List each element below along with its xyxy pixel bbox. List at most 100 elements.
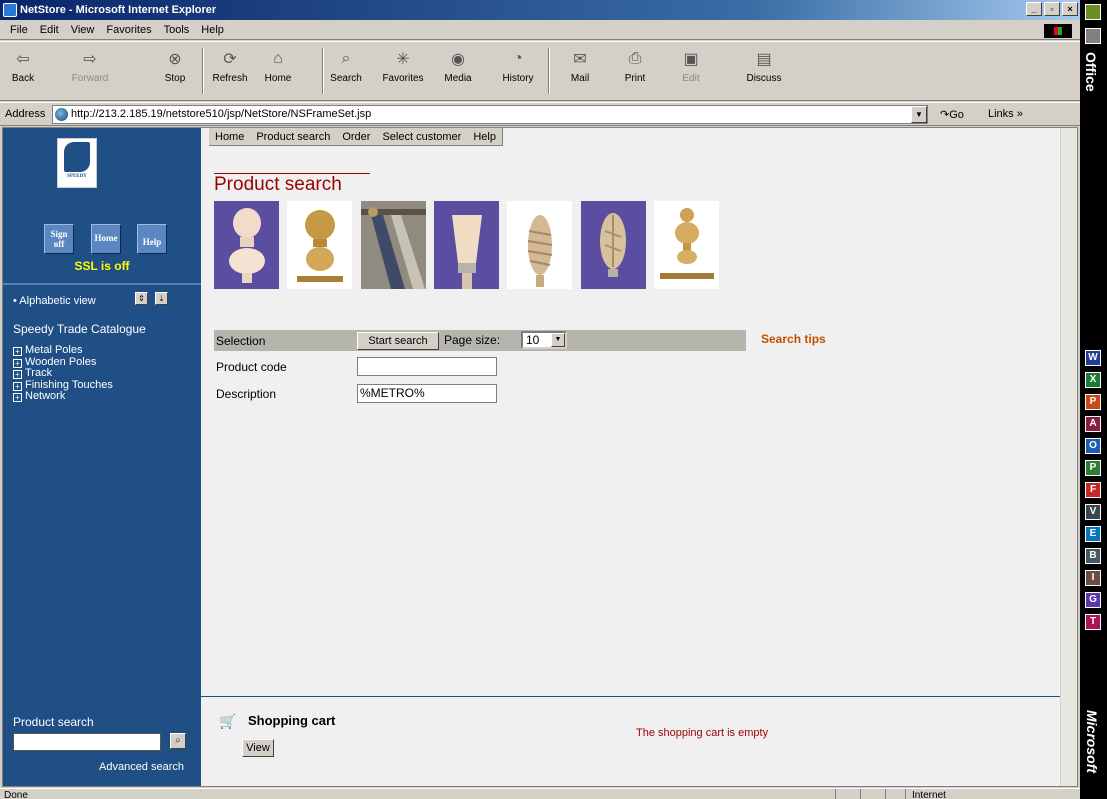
ie-app-icon (3, 3, 17, 17)
product-image-leaf-finial (581, 201, 646, 289)
minimize-button[interactable]: _ (1026, 2, 1042, 16)
frontpage-icon[interactable]: F (1085, 482, 1101, 498)
advanced-search-link[interactable]: Advanced search (99, 761, 184, 773)
word-icon[interactable]: W (1085, 350, 1101, 366)
expand-plus-icon[interactable]: + (13, 347, 22, 356)
address-label: Address (5, 108, 46, 120)
refresh-icon: ⟳ (223, 51, 237, 68)
search-icon: ⌕ (341, 50, 351, 67)
security-zone: Internet (912, 790, 946, 799)
topnav-order[interactable]: Order (336, 131, 376, 143)
menu-view[interactable]: View (65, 24, 101, 36)
page-size-select[interactable]: 10 ▼ (521, 331, 567, 349)
menu-tools[interactable]: Tools (158, 24, 196, 36)
forward-button[interactable]: ⇨ Forward (68, 44, 112, 84)
menu-bar: File Edit View Favorites Tools Help (0, 20, 1080, 40)
tree-item-network[interactable]: + Network (13, 390, 113, 403)
address-input[interactable]: http://213.2.185.19/netstore510/jsp/NetS… (52, 105, 928, 124)
collapse-all-icon[interactable]: ⤓ (155, 292, 168, 305)
nav-home-button[interactable]: Home (91, 224, 121, 254)
toolbar: ⇦ Back ⇨ Forward ⊗ Stop ⟳ Refresh ⌂ Home… (0, 41, 1080, 101)
menu-file[interactable]: File (4, 24, 34, 36)
expand-plus-icon[interactable]: + (13, 381, 22, 391)
outlook-icon[interactable]: O (1085, 438, 1101, 454)
status-bar: Done Internet (0, 788, 1080, 799)
toolbar-separator (322, 48, 324, 94)
menu-edit[interactable]: Edit (34, 24, 65, 36)
forward-arrow-icon: ⇨ (83, 51, 97, 68)
topnav-product-search[interactable]: Product search (250, 131, 336, 143)
toolbar-separator (548, 48, 550, 94)
expand-all-icon[interactable]: ⇕ (135, 292, 148, 305)
search-tips-link[interactable]: Search tips (761, 332, 826, 346)
home-icon: ⌂ (273, 50, 283, 67)
start-search-button[interactable]: Start search (357, 332, 439, 350)
visio-icon[interactable]: V (1085, 504, 1101, 520)
shopping-cart-icon: 🛒 (219, 713, 237, 729)
microsoft-label: Microsoft (1084, 710, 1100, 773)
page-title: Product search (214, 174, 342, 195)
topnav-select-customer[interactable]: Select customer (376, 131, 467, 143)
edit-button[interactable]: ▣ Edit (676, 44, 706, 84)
product-image-wooden-ball (287, 201, 352, 289)
binder-icon[interactable]: B (1085, 548, 1101, 564)
photo-icon[interactable]: I (1085, 570, 1101, 586)
sign-off-button[interactable]: Sign off (44, 224, 74, 254)
access-icon[interactable]: A (1085, 416, 1101, 432)
mail-button[interactable]: ✉ Mail (563, 44, 597, 84)
alphabetic-view-link[interactable]: • Alphabetic view (13, 295, 96, 307)
back-arrow-icon: ⇦ (16, 51, 30, 68)
expand-plus-icon[interactable]: + (13, 370, 22, 379)
view-cart-button[interactable]: View (242, 739, 274, 757)
favorites-button[interactable]: ✳ Favorites (374, 44, 432, 84)
close-button[interactable]: × (1062, 2, 1078, 16)
go-button[interactable]: ↷Go (940, 108, 964, 121)
discuss-button[interactable]: ▤ Discuss (742, 44, 786, 84)
product-code-input[interactable] (357, 357, 497, 376)
search-button[interactable]: ⌕ Search (326, 44, 366, 84)
quick-search-button[interactable]: ⌕ (170, 733, 186, 749)
chevron-down-icon[interactable]: ▼ (551, 333, 565, 347)
history-button[interactable]: ◔ History (495, 44, 541, 84)
office-menu-icon[interactable] (1085, 4, 1101, 20)
tools-icon[interactable]: T (1085, 614, 1101, 630)
left-navigation: SPEEDY Sign off Home Help SSL is off • A… (3, 128, 201, 786)
go-arrow-icon: ↷ (940, 109, 950, 121)
product-image-finial-ball (214, 201, 279, 289)
topnav-help[interactable]: Help (467, 131, 502, 143)
nav-help-button[interactable]: Help (137, 224, 167, 254)
menu-favorites[interactable]: Favorites (100, 24, 157, 36)
history-icon: ◔ (513, 50, 523, 67)
links-button[interactable]: Links » (988, 108, 1023, 120)
nav-divider (3, 283, 201, 285)
media-button[interactable]: ◉ Media (440, 44, 476, 84)
expand-plus-icon[interactable]: + (13, 393, 22, 402)
topnav-home[interactable]: Home (209, 131, 250, 143)
home-button[interactable]: ⌂ Home (258, 44, 298, 84)
refresh-button[interactable]: ⟳ Refresh (208, 44, 252, 84)
speedy-logo: SPEEDY (57, 138, 97, 188)
explorer-icon[interactable]: E (1085, 526, 1101, 542)
publisher-icon[interactable]: P (1085, 460, 1101, 476)
expand-plus-icon[interactable]: + (13, 358, 22, 368)
windows-logo-icon (1044, 24, 1072, 38)
address-dropdown-button[interactable]: ▼ (911, 106, 927, 123)
excel-icon[interactable]: X (1085, 372, 1101, 388)
title-bar: NetStore - Microsoft Internet Explorer _… (0, 0, 1080, 20)
menu-help[interactable]: Help (195, 24, 230, 36)
magnifier-icon: ⌕ (175, 735, 181, 746)
description-input[interactable]: %METRO% (357, 384, 497, 403)
vertical-scrollbar[interactable] (1060, 128, 1077, 786)
quick-search-input[interactable] (13, 733, 161, 751)
powerpoint-icon[interactable]: P (1085, 394, 1101, 410)
window-title: NetStore - Microsoft Internet Explorer (20, 4, 217, 16)
stop-button[interactable]: ⊗ Stop (158, 44, 192, 84)
product-image-curtain (361, 201, 426, 289)
back-button[interactable]: ⇦ Back (6, 44, 40, 84)
office-tools-icon[interactable] (1085, 28, 1101, 44)
description-label: Description (216, 387, 277, 401)
restore-button[interactable]: ▫ (1044, 2, 1060, 16)
print-button[interactable]: ⎙ Print (618, 44, 652, 84)
office-label: Office (1083, 52, 1099, 92)
graph-icon[interactable]: G (1085, 592, 1101, 608)
